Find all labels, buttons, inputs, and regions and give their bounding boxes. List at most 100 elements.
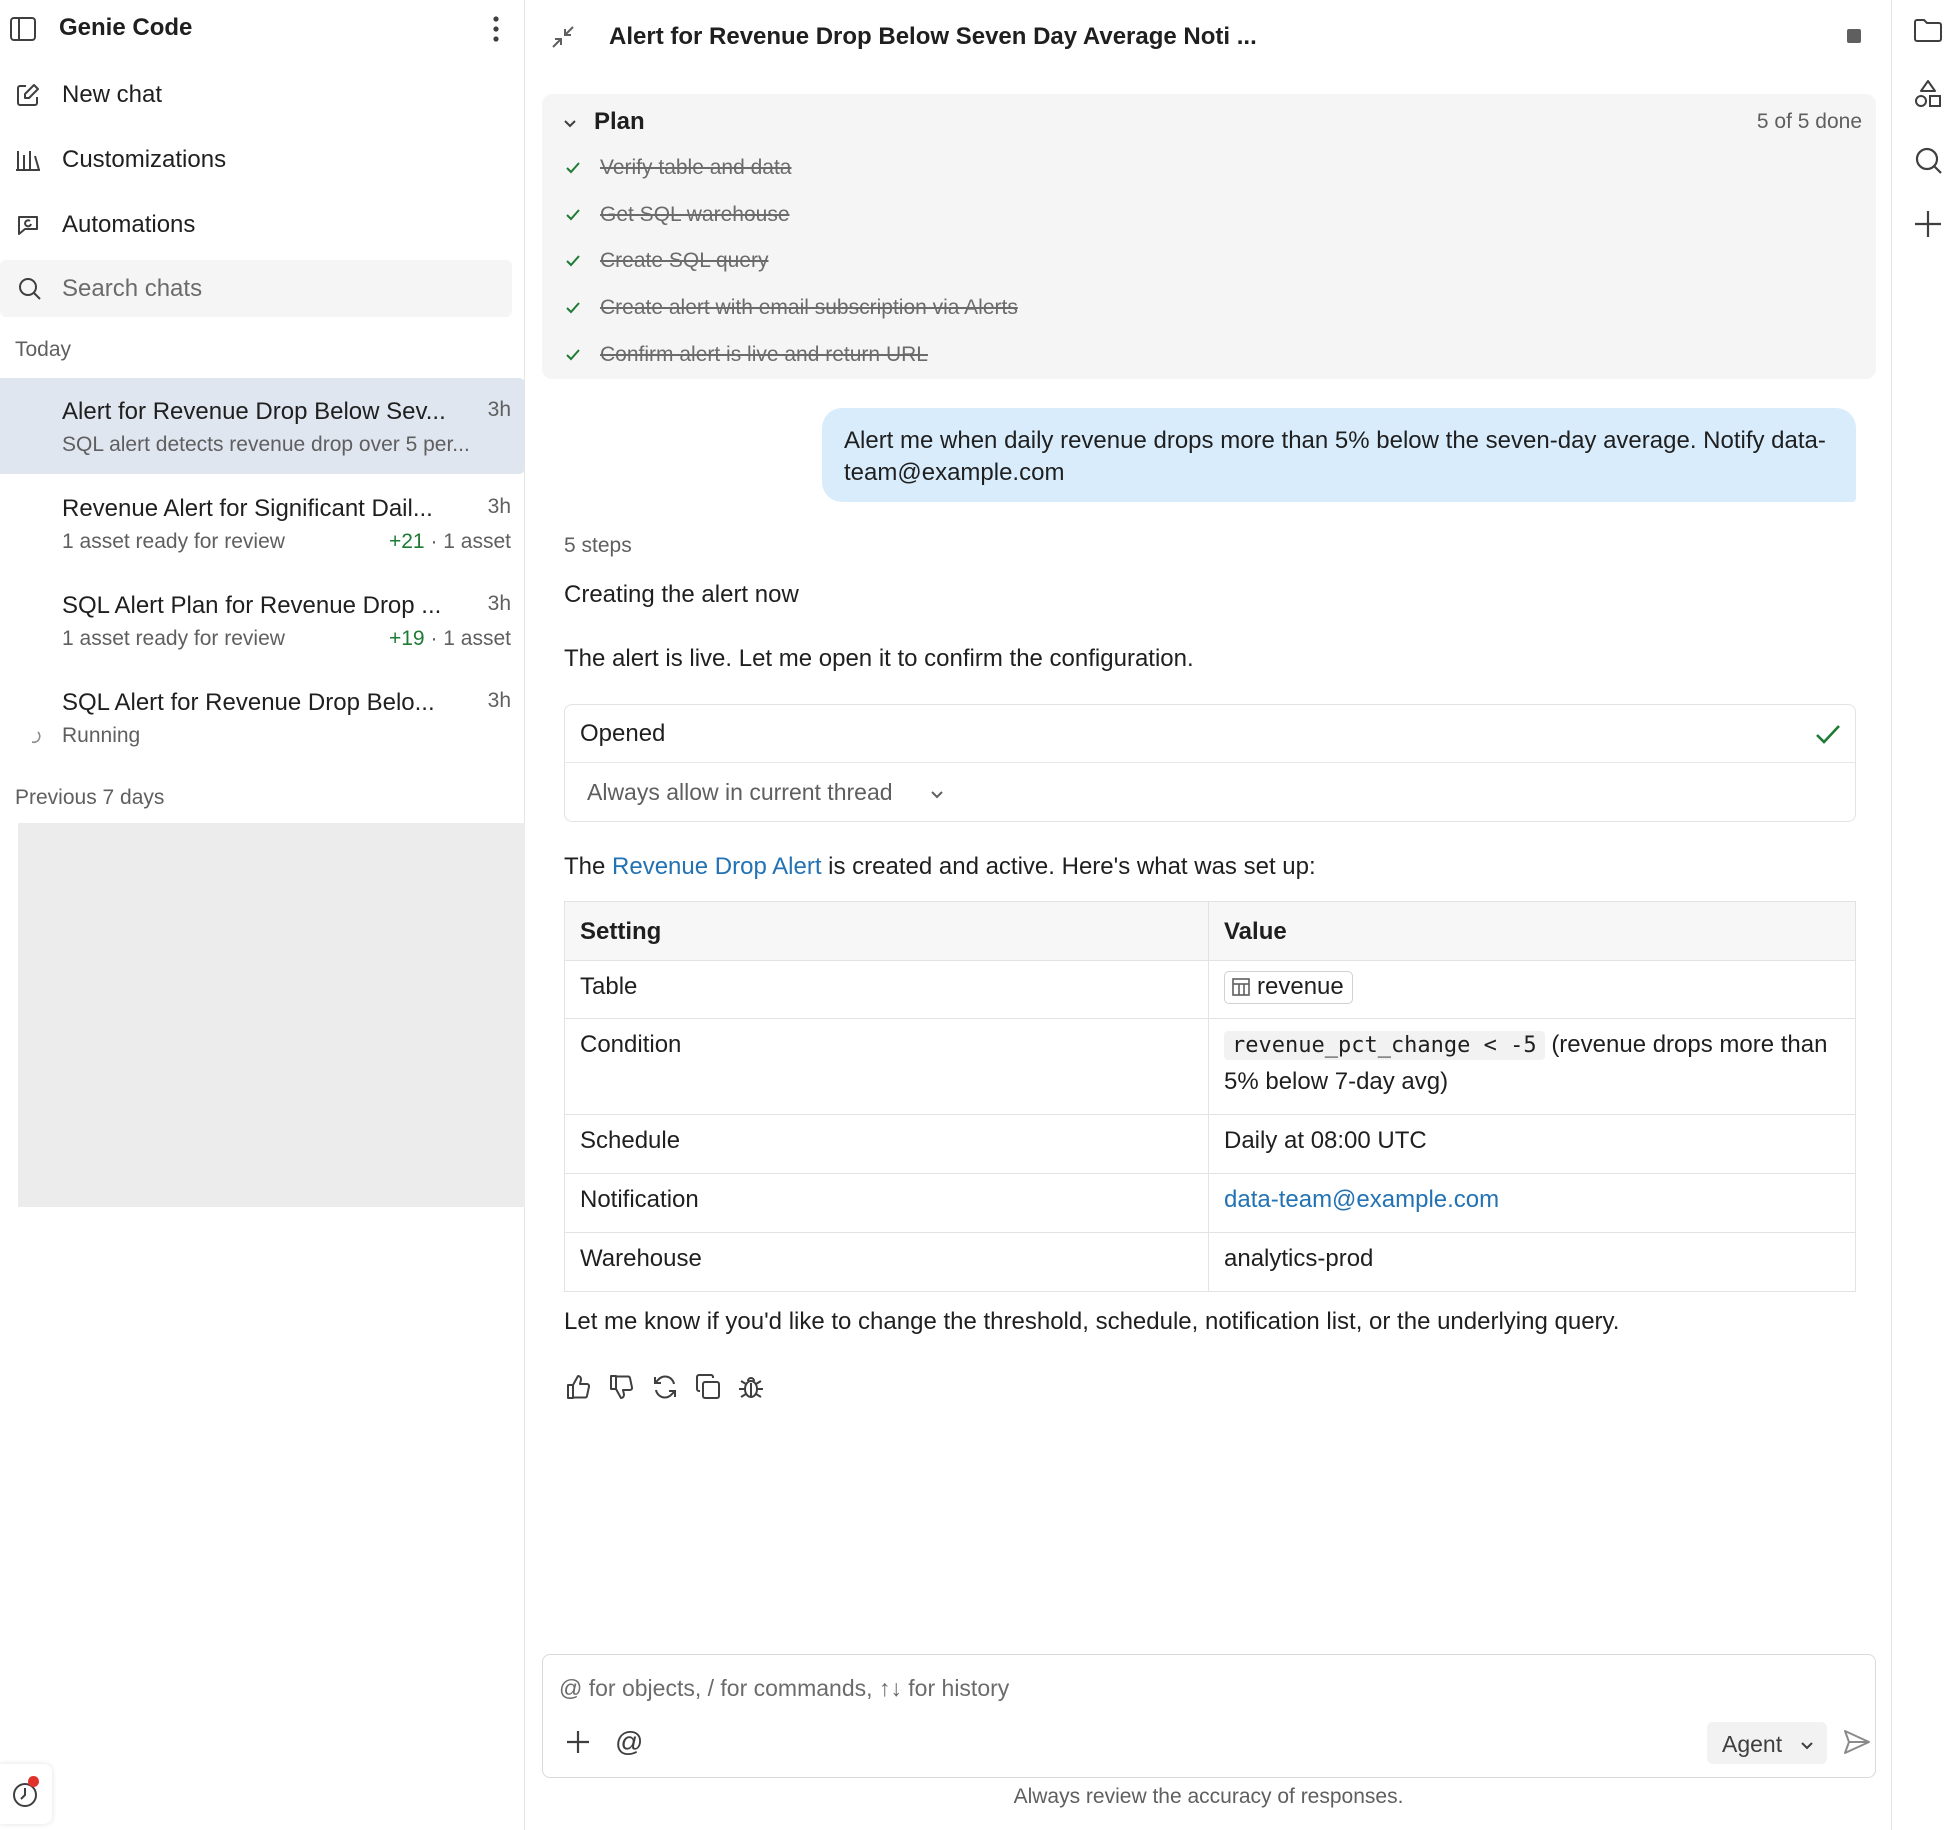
automations-label: Automations: [62, 211, 196, 238]
sidebar-title: Genie Code: [59, 14, 193, 41]
steps-toggle[interactable]: 5 steps: [564, 534, 632, 558]
table-cell-setting: Condition: [564, 1018, 1209, 1115]
plan-step-text: Create alert with email subscription via…: [600, 296, 1018, 319]
plan-step: Create alert with email subscription via…: [542, 290, 1442, 330]
plan-progress: 5 of 5 done: [1756, 110, 1862, 133]
table-row: Schedule Daily at 08:00 UTC: [564, 1114, 1856, 1174]
table-cell-setting: Notification: [564, 1173, 1209, 1233]
automations-button[interactable]: Automations: [0, 195, 525, 255]
collapse-icon[interactable]: [550, 24, 576, 50]
table-cell-value: revenue: [1208, 960, 1856, 1019]
lines-added: +21: [388, 530, 425, 553]
check-icon: [564, 159, 582, 177]
chat-meta: +19 · 1 asset: [389, 627, 511, 651]
table-cell-setting: Schedule: [564, 1114, 1209, 1174]
tool-call-header: Opened: [565, 705, 1855, 763]
table-cell-value: analytics-prod: [1208, 1232, 1856, 1292]
customizations-button[interactable]: Customizations: [0, 130, 525, 190]
chat-age: 3h: [487, 495, 511, 518]
stop-icon[interactable]: [1847, 29, 1861, 43]
table-header-row: Setting Value: [564, 901, 1856, 961]
agent-mode-dropdown[interactable]: Agent: [1707, 1722, 1827, 1764]
mention-button[interactable]: @: [615, 1726, 643, 1758]
plus-icon[interactable]: [1912, 208, 1944, 240]
permission-dropdown[interactable]: Always allow in current thread: [587, 779, 893, 806]
table-cell-setting: Warehouse: [564, 1232, 1209, 1292]
table-header-value: Value: [1208, 901, 1856, 961]
automation-icon: [14, 211, 42, 239]
sidebar-header: Genie Code: [0, 0, 525, 60]
chat-age: 3h: [487, 592, 511, 615]
notification-email-link[interactable]: data-team@example.com: [1224, 1186, 1499, 1213]
summary-text: The Revenue Drop Alert is created and ac…: [564, 853, 1316, 881]
bars-icon: [14, 146, 42, 174]
table-row: Table revenue: [564, 960, 1856, 1019]
check-icon: [564, 206, 582, 224]
plan-step-text: Verify table and data: [600, 156, 792, 179]
table-row: Notification data-team@example.com: [564, 1173, 1856, 1233]
customizations-label: Customizations: [62, 146, 227, 173]
table-cell-value: Daily at 08:00 UTC: [1208, 1114, 1856, 1174]
check-icon: [564, 299, 582, 317]
plan-step: Verify table and data: [542, 150, 1442, 190]
pencil-square-icon: [14, 81, 42, 109]
chat-item[interactable]: SQL Alert for Revenue Drop Belo... 3h Ru…: [0, 669, 525, 765]
thumbs-up-icon[interactable]: [564, 1372, 594, 1402]
chat-subtitle: SQL alert detects revenue drop over 5 pe…: [62, 433, 470, 456]
notification-dot: [28, 1776, 39, 1787]
sidebar-toggle-icon[interactable]: [8, 14, 38, 44]
plan-step: Confirm alert is live and return URL: [542, 337, 1442, 377]
settings-table: Setting Value Table revenue Condition re…: [564, 901, 1856, 1292]
search-icon: [16, 275, 44, 303]
revenue-drop-alert-link[interactable]: Revenue Drop Alert: [612, 853, 821, 880]
refresh-icon[interactable]: [650, 1372, 680, 1402]
thumbs-down-icon[interactable]: [607, 1372, 637, 1402]
table-cell-setting: Table: [564, 960, 1209, 1019]
chat-subtitle: Running: [62, 724, 141, 747]
copy-icon[interactable]: [693, 1372, 723, 1402]
assistant-status-text: Creating the alert now: [564, 581, 799, 608]
check-icon: [1813, 719, 1843, 749]
chat-title: SQL Alert Plan for Revenue Drop ...: [62, 592, 442, 619]
more-options-icon[interactable]: [482, 14, 510, 44]
loading-placeholder: [18, 823, 525, 1207]
chat-item[interactable]: Revenue Alert for Significant Dail... 3h…: [0, 475, 525, 571]
chat-subtitle: 1 asset ready for review: [62, 627, 285, 650]
plan-panel: Plan 5 of 5 done Verify table and data G…: [542, 94, 1876, 379]
chevron-down-icon: [1800, 1739, 1814, 1753]
new-chat-button[interactable]: New chat: [0, 65, 525, 125]
plus-icon[interactable]: [563, 1727, 593, 1757]
send-icon[interactable]: [1841, 1726, 1873, 1758]
chat-item[interactable]: Alert for Revenue Drop Below Sev... 3h S…: [0, 378, 525, 474]
plan-step-text: Confirm alert is live and return URL: [600, 343, 928, 366]
asset-count: · 1 asset: [430, 530, 511, 553]
chat-composer[interactable]: @ for objects, / for commands, ↑↓ for hi…: [542, 1654, 1876, 1778]
activity-button[interactable]: [0, 1764, 52, 1824]
plan-step-text: Create SQL query: [600, 249, 769, 272]
condition-code: revenue_pct_change < -5: [1224, 1031, 1545, 1060]
new-chat-label: New chat: [62, 81, 163, 108]
summary-prefix: The: [564, 853, 606, 880]
table-cell-value: data-team@example.com: [1208, 1173, 1856, 1233]
search-chats-placeholder: Search chats: [62, 275, 203, 302]
bug-icon[interactable]: [736, 1372, 766, 1402]
tool-call-card: Opened Always allow in current thread: [564, 704, 1856, 822]
loading-spinner-icon: [28, 730, 42, 744]
chat-title: Alert for Revenue Drop Below Seven Day A…: [609, 23, 1257, 50]
search-icon[interactable]: [1912, 144, 1944, 176]
shapes-icon[interactable]: [1912, 78, 1944, 110]
chat-title: SQL Alert for Revenue Drop Belo...: [62, 689, 435, 716]
search-chats-input[interactable]: Search chats: [0, 260, 512, 317]
check-icon: [564, 252, 582, 270]
sidebar: Genie Code New chat Customizations Autom…: [0, 0, 525, 1830]
chat-panel: Alert for Revenue Drop Below Seven Day A…: [526, 0, 1891, 1830]
chevron-down-icon[interactable]: [929, 787, 945, 803]
table-chip[interactable]: revenue: [1224, 971, 1353, 1004]
plan-title: Plan: [594, 108, 645, 135]
chat-title: Alert for Revenue Drop Below Sev...: [62, 398, 446, 425]
chat-age: 3h: [487, 689, 511, 712]
folder-icon[interactable]: [1912, 14, 1944, 46]
chat-item[interactable]: SQL Alert Plan for Revenue Drop ... 3h 1…: [0, 572, 525, 668]
user-message: Alert me when daily revenue drops more t…: [822, 408, 1856, 502]
chevron-down-icon[interactable]: [562, 116, 578, 132]
